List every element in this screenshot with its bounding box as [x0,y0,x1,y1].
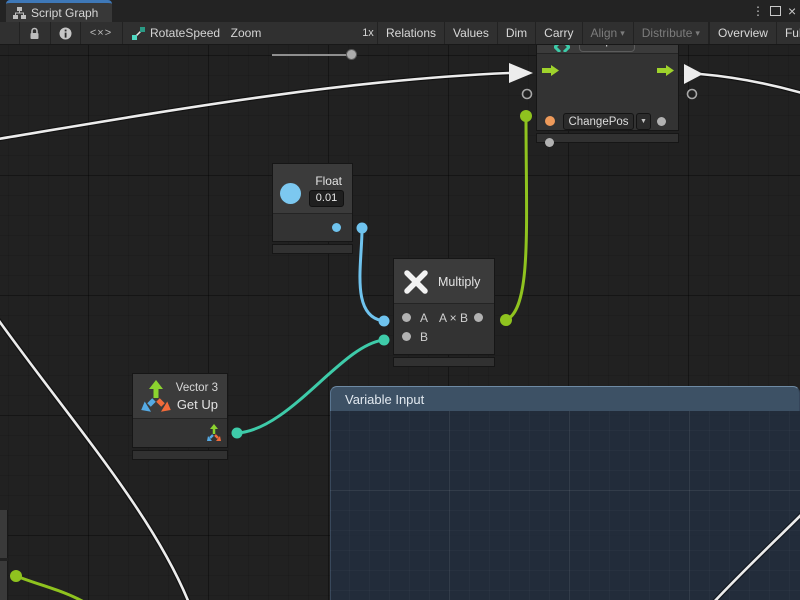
macro-button[interactable] [128,22,148,44]
graph-toolbar: <×> RotateSpeed Zoom 1x Relations Values… [0,22,800,45]
port-a-input[interactable] [402,313,411,322]
wire-endpoint-dot[interactable] [500,314,512,326]
wire-endpoint-dot[interactable] [10,570,22,582]
offscreen-node-body[interactable] [0,561,8,600]
align-label: Align [591,26,618,40]
tab-title: Script Graph [31,6,98,20]
code-icon: <×> [90,27,112,39]
tab-script-graph[interactable]: Script Graph [6,0,112,22]
carry-button[interactable]: Carry [535,22,581,44]
variable-port-input[interactable] [545,116,555,126]
tab-strip: Script Graph ⋮ × [0,0,800,22]
window-maximize-button[interactable] [770,0,781,22]
vector3-getup-node[interactable]: Vector 3 Get Up [132,373,228,460]
port-a-label: A [420,311,428,325]
code-preview-button[interactable]: <×> [80,22,122,44]
port-result-output[interactable] [474,313,483,322]
variable-name-label: ChangePos [568,116,628,128]
control-output-arrow[interactable] [657,65,674,76]
empty-port-circle[interactable] [523,90,532,99]
info-icon [59,27,72,40]
lock-icon [29,27,40,40]
offscreen-node-header[interactable] [0,510,8,558]
close-icon: × [788,3,796,19]
zoom-value: 1x [359,22,377,44]
variable-dropdown-arrow-button[interactable]: ▼ [636,113,651,130]
chevron-down-icon: ▾ [692,28,700,38]
toolbar-buttons: Relations Values Dim Carry Align▾ Distri… [377,22,800,44]
float-node-footer [272,244,353,254]
maximize-icon [770,6,781,16]
vector3-output-port[interactable] [205,423,223,443]
float-icon [280,183,301,204]
wire-bottom-left [16,576,84,600]
wire-arrowhead-in [509,63,533,83]
wire-endpoint-dot[interactable] [379,316,390,327]
output-label: A × B [439,311,468,325]
zoom-slider-track[interactable] [272,54,351,56]
vector3-title: Vector 3 [176,382,218,394]
chevron-down-icon: ▾ [617,28,625,38]
float-output-port[interactable] [332,223,341,232]
relations-button[interactable]: Relations [377,22,444,44]
window-close-button[interactable]: × [788,0,796,22]
multiply-node[interactable]: Multiply A A × B B [393,258,495,367]
full-screen-button[interactable]: Full Screen [776,22,800,44]
float-title: Float [315,174,342,188]
overview-button[interactable]: Overview [708,22,776,44]
value-output-port[interactable] [657,117,666,126]
multiply-node-footer [393,357,495,367]
wire-endpoint-dot[interactable] [232,428,243,439]
align-button[interactable]: Align▾ [582,22,633,44]
multiply-x-icon [403,269,429,295]
chevron-down-icon: ▼ [640,118,647,125]
variable-name-dropdown[interactable]: ChangePos [563,113,634,130]
port-b-input[interactable] [402,332,411,341]
wire-arrowhead-out [684,64,703,84]
empty-port-circle[interactable] [688,90,697,99]
vector3-icon [139,378,173,414]
graph-name-label: RotateSpeed [150,26,220,40]
dim-button[interactable]: Dim [497,22,535,44]
wire-vector-to-b [237,340,384,433]
distribute-label: Distribute [642,26,693,40]
script-graph-icon [13,7,26,19]
value-input-port[interactable] [545,138,554,147]
float-node[interactable]: Float 0.01 [272,163,353,254]
wire-endpoint-dot[interactable] [379,335,390,346]
wire-shadow [700,74,800,93]
wire-shadow [0,73,509,139]
wire-endpoint-dot[interactable] [357,223,368,234]
wire-float-to-a [360,229,384,321]
vector3-subtitle: Get Up [177,397,218,412]
window-menu-button[interactable]: ⋮ [752,0,764,22]
values-button[interactable]: Values [444,22,497,44]
port-b-label: B [420,330,428,344]
zoom-label: Zoom [228,22,264,44]
lock-button[interactable] [19,22,50,44]
wire-control-in [0,73,509,139]
control-input-arrow[interactable] [542,65,559,76]
kebab-menu-icon: ⋮ [752,4,764,18]
wire-multiply-result [506,117,527,320]
macro-graph-icon [132,27,145,40]
wire-endpoint-dot[interactable] [520,110,532,122]
distribute-button[interactable]: Distribute▾ [633,22,708,44]
vector3-node-footer [132,450,228,460]
graph-breadcrumb[interactable]: RotateSpeed [150,22,220,44]
graph-unit-footer [536,133,679,143]
zoom-slider-knob[interactable] [346,49,357,60]
info-button[interactable] [50,22,80,44]
float-value-input[interactable]: 0.01 [309,190,344,207]
multiply-title: Multiply [438,275,480,289]
